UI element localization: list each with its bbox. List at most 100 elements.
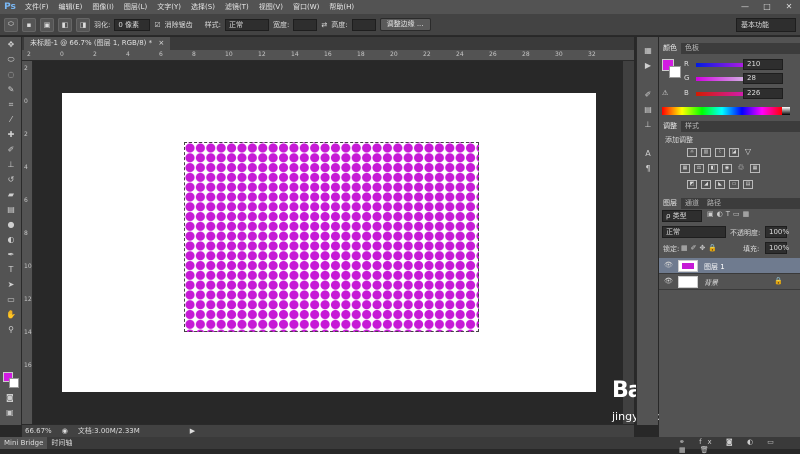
layer-filter-icons[interactable]: ▣◐T▭▦ — [707, 210, 752, 218]
document-tab[interactable]: 未标题-1 @ 66.7% (图层 1, RGB/8) * × — [24, 37, 171, 50]
background-color-swatch[interactable] — [9, 378, 19, 388]
screen-mode-icon[interactable]: ▣ — [6, 408, 14, 417]
tab-layers[interactable]: 图层 — [659, 198, 681, 209]
clone-stamp-tool-icon[interactable]: ⊥ — [0, 157, 22, 172]
dodge-tool-icon[interactable]: ◐ — [0, 232, 22, 247]
gradient-map-icon[interactable]: ▤ — [743, 180, 753, 189]
menu-view[interactable]: 视图(V) — [254, 0, 288, 14]
actions-panel-icon[interactable]: ▶ — [637, 58, 659, 73]
vibrance-icon[interactable]: ▽ — [743, 148, 753, 157]
menu-filter[interactable]: 滤镜(T) — [220, 0, 254, 14]
character-panel-icon[interactable]: A — [637, 146, 659, 161]
style-select[interactable]: 正常 — [225, 18, 269, 31]
width-input[interactable] — [293, 18, 318, 31]
antialias-checkbox-icon[interactable]: ☑ — [154, 21, 160, 29]
swap-icon[interactable]: ⇄ — [321, 21, 327, 29]
minimize-button[interactable]: — — [734, 0, 756, 14]
invert-icon[interactable]: ◩ — [687, 180, 697, 189]
tab-paths[interactable]: 路径 — [703, 198, 725, 209]
maximize-button[interactable]: □ — [756, 0, 778, 14]
eyedropper-tool-icon[interactable]: ⁄ — [0, 112, 22, 127]
vertical-scrollbar[interactable] — [623, 61, 634, 424]
subtract-selection-icon[interactable]: ◧ — [58, 17, 72, 32]
marquee-tool-preset-icon[interactable]: ⬭ — [4, 17, 18, 32]
hue-saturation-icon[interactable]: ▦ — [680, 164, 690, 173]
menu-edit[interactable]: 编辑(E) — [54, 0, 88, 14]
layer-row[interactable]: 👁 背景 🔒 — [659, 274, 800, 290]
pen-tool-icon[interactable]: ✒ — [0, 247, 22, 262]
marquee-tool-icon[interactable]: ⬭ — [0, 52, 22, 67]
menu-window[interactable]: 窗口(W) — [288, 0, 324, 14]
tab-styles[interactable]: 样式 — [681, 121, 703, 132]
history-panel-icon[interactable]: ▦ — [637, 43, 659, 58]
zoom-level[interactable]: 66.67% — [25, 427, 52, 435]
path-select-tool-icon[interactable]: ➤ — [0, 277, 22, 292]
layer-visibility-eye-icon[interactable]: 👁 — [664, 261, 673, 269]
black-white-icon[interactable]: ◧ — [708, 164, 718, 173]
quick-select-tool-icon[interactable]: ✎ — [0, 82, 22, 97]
status-info-icon[interactable]: ◉ — [62, 427, 68, 435]
tab-adjustments[interactable]: 调整 — [659, 121, 681, 132]
menu-file[interactable]: 文件(F) — [20, 0, 54, 14]
hand-tool-icon[interactable]: ✋ — [0, 307, 22, 322]
lock-icons[interactable]: ▦✐✥🔒 — [681, 244, 720, 252]
curves-icon[interactable]: ⌇ — [715, 148, 725, 157]
feather-input[interactable]: 0 像素 — [114, 18, 151, 31]
photo-filter-icon[interactable]: ◉ — [722, 164, 732, 173]
status-arrow-icon[interactable]: ▶ — [190, 427, 195, 435]
quick-mask-icon[interactable]: ◙ — [6, 393, 14, 402]
add-selection-icon[interactable]: ▣ — [40, 17, 54, 32]
dot-pattern-selection[interactable] — [184, 142, 479, 332]
tab-channels[interactable]: 通道 — [681, 198, 703, 209]
blur-tool-icon[interactable]: ● — [0, 217, 22, 232]
layer-actions-icons[interactable]: ⚭ fx ◙ ◐ ▭ ▦ 🗑 — [679, 438, 800, 454]
selective-color-icon[interactable]: ▭ — [729, 180, 739, 189]
color-background-swatch[interactable] — [669, 66, 681, 78]
menu-image[interactable]: 图像(I) — [87, 0, 119, 14]
levels-icon[interactable]: ▥ — [701, 148, 711, 157]
layer-name[interactable]: 图层 1 — [704, 262, 725, 272]
channel-mixer-icon[interactable]: ♲ — [736, 164, 746, 173]
workspace-select[interactable]: 基本功能 — [736, 18, 796, 32]
move-tool-icon[interactable]: ✥ — [0, 37, 22, 52]
intersect-selection-icon[interactable]: ◨ — [76, 17, 90, 32]
color-balance-icon[interactable]: ⚖ — [694, 164, 704, 173]
channel-b-value[interactable]: 226 — [743, 88, 783, 99]
layer-name[interactable]: 背景 — [704, 278, 718, 288]
clone-source-icon[interactable]: ⊥ — [637, 117, 659, 132]
layer-filter-select[interactable]: ρ 类型 — [662, 210, 702, 222]
blend-mode-select[interactable]: 正常 — [662, 226, 726, 238]
eraser-tool-icon[interactable]: ▰ — [0, 187, 22, 202]
menu-type[interactable]: 文字(Y) — [152, 0, 186, 14]
fill-input[interactable]: 100% — [765, 242, 789, 254]
tab-mini-bridge[interactable]: Mini Bridge — [0, 437, 48, 449]
opacity-input[interactable]: 100% — [765, 226, 789, 238]
channel-r-value[interactable]: 210 — [743, 59, 783, 70]
history-brush-tool-icon[interactable]: ↺ — [0, 172, 22, 187]
tab-timeline[interactable]: 时间轴 — [47, 437, 76, 449]
color-grayscale-ramp[interactable] — [782, 107, 790, 115]
zoom-tool-icon[interactable]: ⚲ — [0, 322, 22, 337]
paragraph-panel-icon[interactable]: ¶ — [637, 161, 659, 176]
channel-g-value[interactable]: 28 — [743, 73, 783, 84]
close-window-button[interactable]: ✕ — [778, 0, 800, 14]
menu-layer[interactable]: 图层(L) — [119, 0, 152, 14]
refine-edge-button[interactable]: 调整边缘 ... — [379, 18, 431, 31]
healing-brush-tool-icon[interactable]: ✚ — [0, 127, 22, 142]
threshold-icon[interactable]: ◣ — [715, 180, 725, 189]
brush-presets-icon[interactable]: ▤ — [637, 102, 659, 117]
lasso-tool-icon[interactable]: ◌ — [0, 67, 22, 82]
height-input[interactable] — [351, 18, 376, 31]
type-tool-icon[interactable]: T — [0, 262, 22, 277]
close-tab-icon[interactable]: × — [158, 39, 164, 47]
brush-panel-icon[interactable]: ✐ — [637, 87, 659, 102]
tab-swatches[interactable]: 色板 — [681, 43, 703, 54]
menu-help[interactable]: 帮助(H) — [324, 0, 359, 14]
new-selection-icon[interactable]: ▪ — [22, 17, 36, 32]
layer-visibility-eye-icon[interactable]: 👁 — [664, 277, 673, 285]
color-spectrum-ramp[interactable] — [662, 107, 782, 115]
crop-tool-icon[interactable]: ⌗ — [0, 97, 22, 112]
color-lookup-icon[interactable]: ▦ — [750, 164, 760, 173]
brush-tool-icon[interactable]: ✐ — [0, 142, 22, 157]
shape-tool-icon[interactable]: ▭ — [0, 292, 22, 307]
